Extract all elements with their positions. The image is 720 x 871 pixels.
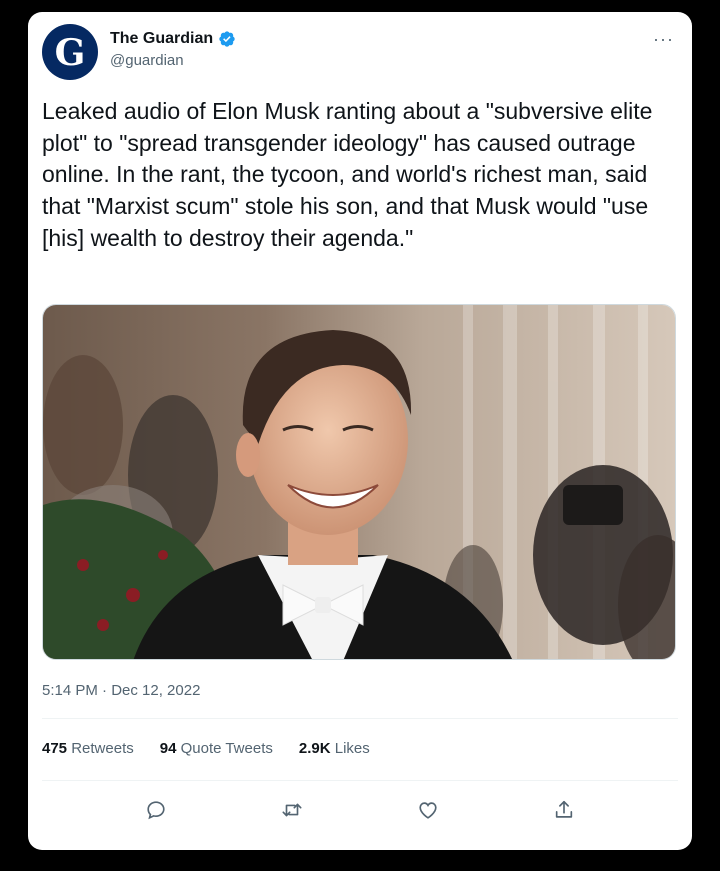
retweets-count: 475 xyxy=(42,740,68,757)
likes-stat[interactable]: 2.9K Likes xyxy=(299,740,370,757)
share-icon xyxy=(555,800,573,818)
avatar[interactable]: G xyxy=(42,24,98,80)
avatar-letter: G xyxy=(54,32,86,74)
retweets-stat[interactable]: 475 Retweets xyxy=(42,740,134,757)
retweets-label: Retweets xyxy=(71,740,134,757)
retweet-button[interactable] xyxy=(280,798,304,822)
photo-illustration xyxy=(43,305,675,659)
likes-label: Likes xyxy=(334,740,370,757)
quote-tweets-label: Quote Tweets xyxy=(180,740,273,757)
verified-badge-icon xyxy=(219,31,235,47)
display-name[interactable]: The Guardian xyxy=(110,30,213,48)
likes-count: 2.9K xyxy=(298,740,331,757)
quote-tweets-stat[interactable]: 94 Quote Tweets xyxy=(160,740,273,757)
tweet-card: G The Guardian @guardian ··· Leaked audi… xyxy=(28,12,692,850)
quote-tweets-count: 94 xyxy=(159,740,177,757)
handle[interactable]: @guardian xyxy=(110,52,236,69)
divider xyxy=(42,780,678,781)
retweet-icon xyxy=(282,803,302,817)
more-options-icon[interactable]: ··· xyxy=(653,30,674,48)
author-names: The Guardian @guardian xyxy=(110,30,236,69)
engagement-stats: 475 Retweets 94 Quote Tweets 2.9K Likes xyxy=(42,740,370,757)
tweet-text: Leaked audio of Elon Musk ranting about … xyxy=(42,98,653,251)
like-icon xyxy=(419,802,437,819)
share-button[interactable] xyxy=(552,798,576,822)
like-button[interactable] xyxy=(416,798,440,822)
tweet-photo[interactable] xyxy=(42,304,676,660)
tweet-timestamp[interactable]: 5:14 PM · Dec 12, 2022 xyxy=(42,682,200,699)
tweet-header: G The Guardian @guardian ··· xyxy=(42,24,678,86)
reply-icon xyxy=(147,801,165,820)
reply-button[interactable] xyxy=(144,798,168,822)
divider xyxy=(42,718,678,719)
action-bar xyxy=(28,792,692,828)
